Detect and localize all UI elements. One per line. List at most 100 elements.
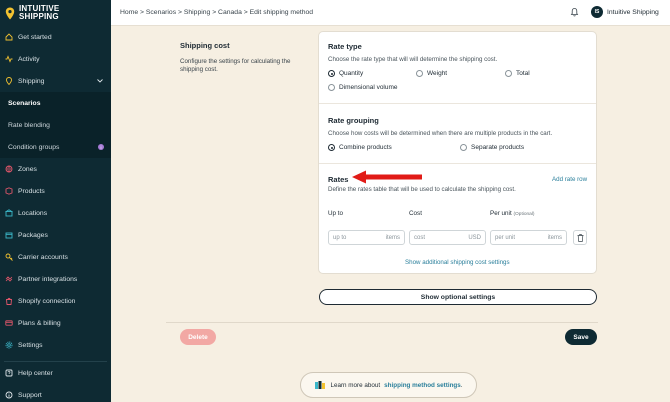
radio-quantity[interactable]: Quantity [328,70,363,77]
breadcrumb[interactable]: Home > Scenarios > Shipping > Canada > E… [120,9,313,16]
section-title: Shipping cost [180,41,230,50]
packages-icon [5,231,13,239]
radio-icon [505,70,512,77]
sidebar-item-label: Get started [18,33,52,41]
trash-icon [577,233,583,242]
sidebar: INTUITIVE SHIPPING Get started Activity S… [0,0,111,402]
red-arrow-annotation [352,170,422,184]
sidebar-item-label: Activity [18,55,40,63]
sidebar-item-label: Scenarios [8,99,41,107]
books-icon [315,381,326,389]
rates-description: Define the rates table that will be used… [328,186,516,193]
sidebar-item-label: Rate blending [8,121,50,129]
radio-total[interactable]: Total [505,70,530,77]
section-description: Configure the settings for calculating t… [180,58,291,73]
sidebar-item-plans-billing[interactable]: Plans & billing [0,312,111,334]
radio-weight[interactable]: Weight [416,70,447,77]
shipping-submenu: Scenarios Rate blending Condition groups… [0,92,111,158]
radio-icon [460,144,467,151]
sidebar-item-label: Packages [18,231,48,239]
sidebar-item-label: Shipping [18,77,45,85]
home-icon [5,33,13,41]
divider [319,163,596,164]
radio-dimensional-volume[interactable]: Dimensional volume [328,84,398,91]
sidebar-item-label: Carrier accounts [18,253,68,261]
per-unit-input[interactable]: per unit items [490,230,567,245]
show-additional-settings-link[interactable]: Show additional shipping cost settings [405,259,510,266]
sidebar-item-label: Locations [18,209,48,217]
shipping-cost-card: Rate type Choose the rate type that will… [318,31,597,274]
sidebar-item-partner-integrations[interactable]: Partner integrations [0,268,111,290]
up-to-input[interactable]: up to items [328,230,405,245]
sidebar-item-zones[interactable]: Zones [0,158,111,180]
rate-type-description: Choose the rate type that will will dete… [328,56,498,63]
location-pin-icon [5,7,15,19]
show-optional-settings-button[interactable]: Show optional settings [319,289,597,305]
radio-icon [416,70,423,77]
gear-icon [5,341,13,349]
add-rate-row-link[interactable]: Add rate row [552,176,587,183]
divider [166,322,598,323]
radio-selected-icon [328,70,335,77]
radio-icon [328,84,335,91]
column-per-unit: Per unit (Optional) [490,210,535,217]
sidebar-item-label: Shopify connection [18,297,76,305]
radio-combine-products[interactable]: Combine products [328,144,392,151]
sidebar-item-label: Products [18,187,45,195]
billing-icon [5,319,13,327]
user-name[interactable]: Intuitive Shipping [607,9,659,16]
rate-type-title: Rate type [328,42,362,51]
delete-button[interactable]: Delete [180,329,216,345]
radio-separate-products[interactable]: Separate products [460,144,524,151]
divider [319,103,596,104]
column-up-to: Up to [328,210,344,217]
sidebar-item-label: Help center [18,369,53,377]
learn-more-link[interactable]: shipping method settings [384,382,461,389]
cost-input[interactable]: cost USD [409,230,486,245]
chevron-down-icon [97,78,103,85]
sidebar-item-condition-groups[interactable]: Condition groups i [0,136,111,158]
learn-more-banner: Learn more about shipping method setting… [300,372,477,398]
brand-logo[interactable]: INTUITIVE SHIPPING [0,0,111,26]
sidebar-item-get-started[interactable]: Get started [0,26,111,48]
sidebar-item-packages[interactable]: Packages [0,224,111,246]
bell-icon[interactable] [570,7,579,19]
sidebar-item-activity[interactable]: Activity [0,48,111,70]
rate-grouping-description: Choose how costs will be determined when… [328,130,553,137]
carrier-icon [5,253,13,261]
radio-selected-icon [328,144,335,151]
sidebar-item-label: Support [18,391,42,399]
save-button[interactable]: Save [565,329,597,345]
sidebar-item-shipping[interactable]: Shipping [0,70,111,92]
zones-icon [5,165,13,173]
support-icon [5,391,13,399]
sidebar-item-settings[interactable]: Settings [0,334,111,356]
rates-title: Rates [328,175,349,184]
sidebar-item-shopify-connection[interactable]: Shopify connection [0,290,111,312]
learn-more-text: Learn more about [330,381,381,389]
sidebar-item-locations[interactable]: Locations [0,202,111,224]
sidebar-item-support[interactable]: Support [0,384,111,402]
sidebar-item-rate-blending[interactable]: Rate blending [0,114,111,136]
locations-icon [5,209,13,217]
sidebar-item-products[interactable]: Products [0,180,111,202]
sidebar-item-label: Zones [18,165,37,173]
avatar[interactable]: IS [591,6,603,18]
sidebar-item-scenarios[interactable]: Scenarios [0,92,111,114]
sidebar-item-label: Partner integrations [18,275,78,283]
activity-icon [5,55,13,63]
brand-name: INTUITIVE SHIPPING [19,4,60,21]
integrations-icon [5,275,13,283]
sidebar-item-carrier-accounts[interactable]: Carrier accounts [0,246,111,268]
sidebar-item-label: Settings [18,341,43,349]
sidebar-item-label: Plans & billing [18,319,61,327]
top-bar: Home > Scenarios > Shipping > Canada > E… [111,0,670,26]
shipping-icon [5,77,13,85]
info-badge-icon: i [98,144,104,150]
delete-row-button[interactable] [573,230,587,245]
products-icon [5,187,13,195]
column-cost: Cost [409,210,422,217]
rate-grouping-title: Rate grouping [328,116,379,125]
sidebar-item-help-center[interactable]: Help center [0,362,111,384]
help-icon [5,369,13,377]
